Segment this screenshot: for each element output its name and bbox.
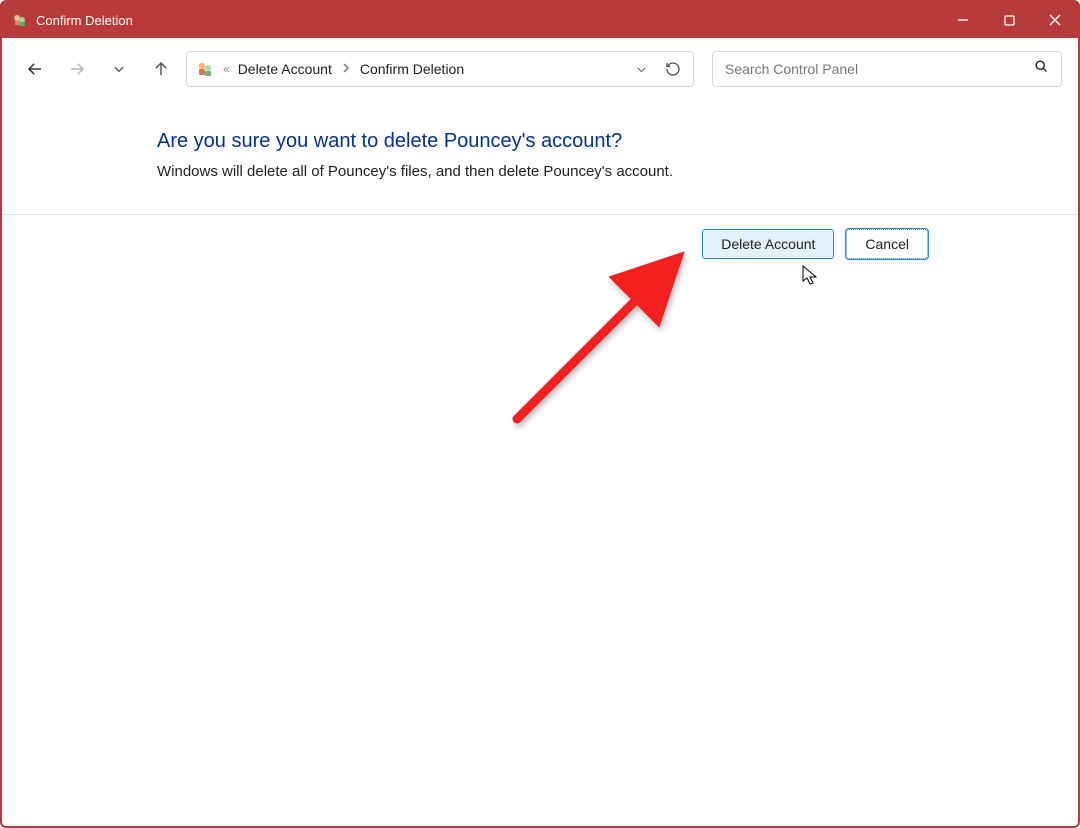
cursor-icon: [802, 265, 820, 287]
confirmation-heading: Are you sure you want to delete Pouncey'…: [157, 130, 1078, 153]
breadcrumb-item-delete-account[interactable]: Delete Account: [238, 61, 332, 77]
content-area: Are you sure you want to delete Pouncey'…: [2, 100, 1078, 180]
refresh-button[interactable]: [661, 52, 685, 86]
confirmation-subtext: Windows will delete all of Pouncey's fil…: [157, 163, 1078, 180]
cancel-button[interactable]: Cancel: [846, 229, 928, 259]
annotation-arrow: [507, 244, 717, 434]
recent-locations-button[interactable]: [102, 52, 136, 86]
search-icon[interactable]: [1034, 59, 1049, 79]
forward-button[interactable]: [60, 52, 94, 86]
maximize-button[interactable]: [986, 2, 1032, 38]
delete-account-button[interactable]: Delete Account: [702, 229, 834, 259]
close-button[interactable]: [1032, 2, 1078, 38]
chevron-right-icon: [340, 63, 352, 76]
toolbar: « Delete Account Confirm Deletion: [2, 38, 1078, 100]
up-button[interactable]: [144, 52, 178, 86]
button-row: Delete Account Cancel: [2, 215, 1078, 259]
app-icon: [12, 12, 28, 28]
window-controls: [940, 2, 1078, 38]
minimize-button[interactable]: [940, 2, 986, 38]
back-button[interactable]: [18, 52, 52, 86]
titlebar: Confirm Deletion: [2, 2, 1078, 38]
search-box[interactable]: [712, 51, 1062, 87]
breadcrumb-overflow-icon[interactable]: «: [223, 62, 230, 76]
search-input[interactable]: [725, 61, 1034, 77]
breadcrumb-item-confirm-deletion[interactable]: Confirm Deletion: [360, 61, 464, 77]
address-bar[interactable]: « Delete Account Confirm Deletion: [186, 51, 694, 87]
breadcrumb-dropdown-button[interactable]: [629, 52, 653, 86]
window-title: Confirm Deletion: [36, 13, 133, 28]
user-accounts-icon: [195, 59, 215, 79]
